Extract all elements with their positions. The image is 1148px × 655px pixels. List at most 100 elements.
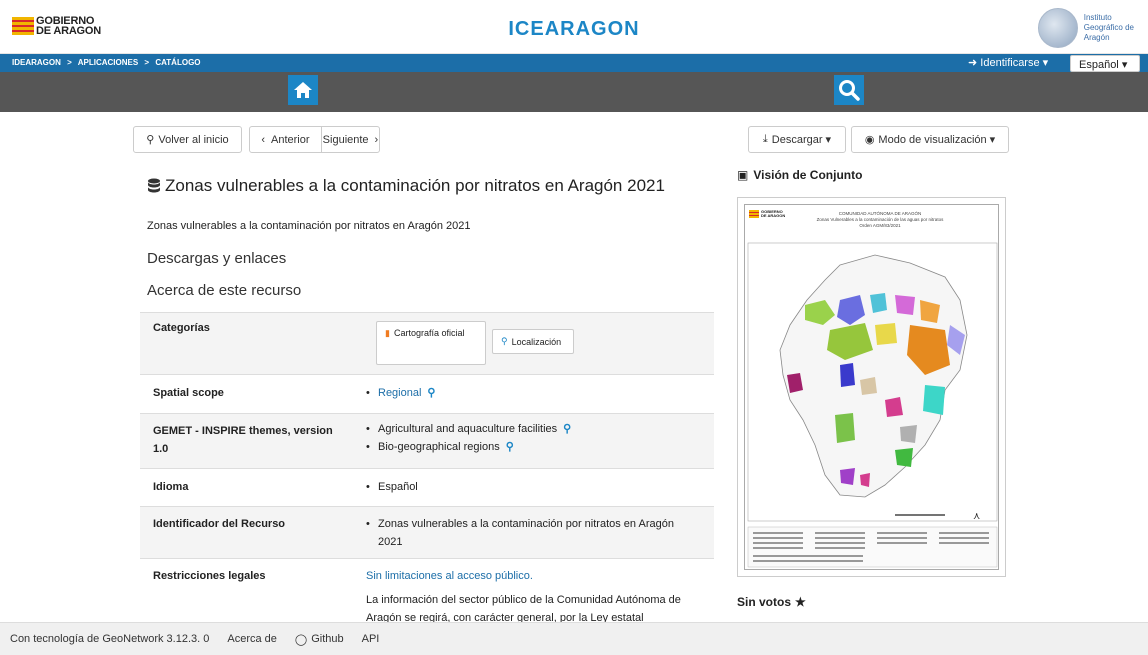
sign-in-icon: ➜ xyxy=(968,57,978,69)
iga-line1: Instituto xyxy=(1083,13,1112,22)
identifier-label: Identificador del Recurso xyxy=(153,518,286,530)
home-icon xyxy=(294,82,312,98)
database-icon xyxy=(148,178,160,193)
category-location-label: Localización xyxy=(511,336,562,347)
spatial-scope-link[interactable]: Regional xyxy=(378,384,421,402)
aragon-map-graphic: ⋏ xyxy=(747,242,998,568)
next-label: Siguiente xyxy=(322,133,369,146)
breadcrumb: IDEARAGON > APLICACIONES > CATÁLOGO xyxy=(12,58,205,67)
identifier-value-line2: 2021 xyxy=(378,536,403,548)
bookmark-icon: ▮ xyxy=(385,328,390,338)
login-button[interactable]: ➜ Identificarse ▾ xyxy=(968,56,1048,69)
view-mode-button[interactable]: ◉ Modo de visualización ▾ xyxy=(851,126,1009,153)
chevron-down-icon: ▾ xyxy=(989,134,996,146)
github-icon: ◯ xyxy=(294,633,308,646)
gemet-label-line2: 1.0 xyxy=(153,443,169,455)
spatial-scope-label: Spatial scope xyxy=(153,387,224,399)
gemet-value-2: Bio-geographical regions xyxy=(378,441,500,453)
github-link[interactable]: Github xyxy=(311,633,343,645)
globe-icon xyxy=(1037,8,1078,48)
back-home-button[interactable]: ⚲ Volver al inicio xyxy=(133,126,242,153)
categories-label: Categorías xyxy=(153,322,210,334)
record-abstract: Zonas vulnerables a la contaminación por… xyxy=(147,220,471,232)
table-row: GEMET - INSPIRE themes, version 1.0 • Ag… xyxy=(140,413,714,468)
iga-line2: Geográfico de xyxy=(1083,23,1134,32)
next-button[interactable]: Siguiente › xyxy=(322,127,379,152)
record-title: Zonas vulnerables a la contaminación por… xyxy=(147,176,665,196)
gemet-values: • Agricultural and aquaculture facilitie… xyxy=(366,420,571,456)
gemet-label-line1: GEMET - INSPIRE themes, version xyxy=(153,425,333,437)
chevron-down-icon: ▾ xyxy=(1042,57,1049,69)
table-row: Spatial scope • Regional ⚲ xyxy=(140,374,714,413)
chevron-right-icon: › xyxy=(374,133,379,146)
chevron-down-icon: ▾ xyxy=(825,134,832,146)
breadcrumb-separator: > xyxy=(67,58,72,67)
main-nav xyxy=(0,72,1148,112)
site-header: GOBIERNO DE ARAGON ICEARAGON Instituto G… xyxy=(0,0,1148,54)
search-icon[interactable]: ⚲ xyxy=(506,438,514,456)
category-location[interactable]: ⚲ Localización xyxy=(492,329,574,354)
image-icon: ▣ xyxy=(737,168,749,182)
gemet-label: GEMET - INSPIRE themes, version 1.0 xyxy=(153,422,333,458)
overview-heading-text: Visión de Conjunto xyxy=(753,168,863,182)
star-icon[interactable]: ★ xyxy=(795,595,806,609)
iga-line3: Aragón xyxy=(1083,33,1110,42)
pager-group: ‹ Anterior Siguiente › xyxy=(249,126,380,153)
home-button[interactable] xyxy=(288,75,318,105)
previous-button[interactable]: ‹ Anterior xyxy=(250,127,322,152)
record-title-text: Zonas vulnerables a la contaminación por… xyxy=(165,176,665,195)
language-label: Idioma xyxy=(153,481,189,493)
votes: Sin votos ★ xyxy=(737,595,806,609)
language-select[interactable]: Español ▾ xyxy=(1070,55,1140,72)
downloads-heading: Descargas y enlaces xyxy=(147,250,287,267)
eye-icon: ◉ xyxy=(864,134,875,146)
language-value-text: Español xyxy=(378,481,418,493)
map-marker-icon: ⚲ xyxy=(501,336,508,346)
login-label: Identificarse xyxy=(980,57,1040,69)
back-home-label: Volver al inicio xyxy=(158,133,229,146)
site-title[interactable]: ICEARAGON xyxy=(0,18,1148,41)
table-row: Identificador del Recurso • Zonas vulner… xyxy=(140,506,714,558)
search-icon[interactable]: ⚲ xyxy=(563,420,571,438)
overview-heading: ▣ Visión de Conjunto xyxy=(737,168,862,182)
table-row: Categorías ▮ Cartografía oficial ⚲ Local… xyxy=(140,312,714,374)
powered-by-link[interactable]: Con tecnología de GeoNetwork 3.12.3. 0 xyxy=(10,633,209,645)
download-label: Descargar xyxy=(771,133,823,146)
about-link[interactable]: Acerca de xyxy=(227,633,277,645)
spatial-scope-value: • Regional ⚲ xyxy=(366,384,435,402)
overview-map: GOBIERNO DE ARAGON COMUNIDAD AUTÓNOMA DE… xyxy=(744,204,999,570)
search-button[interactable] xyxy=(834,75,864,105)
chevron-down-icon: ▾ xyxy=(1121,59,1128,71)
list-item: • Agricultural and aquaculture facilitie… xyxy=(366,420,571,438)
overview-thumbnail[interactable]: GOBIERNO DE ARAGON COMUNIDAD AUTÓNOMA DE… xyxy=(737,197,1006,577)
view-mode-label: Modo de visualización xyxy=(878,133,987,146)
identifier-value: • Zonas vulnerables a la contaminación p… xyxy=(366,515,674,551)
breadcrumb-aplicaciones[interactable]: APLICACIONES xyxy=(78,58,138,67)
legal-link[interactable]: Sin limitaciones al acceso público. xyxy=(366,567,681,585)
api-link[interactable]: API xyxy=(362,633,380,645)
breadcrumb-catalogo[interactable]: CATÁLOGO xyxy=(155,58,200,67)
category-official-label: Cartografía oficial xyxy=(393,328,465,338)
breadcrumb-idearagon[interactable]: IDEARAGON xyxy=(12,58,61,67)
legal-values: Sin limitaciones al acceso público. La i… xyxy=(366,567,681,627)
identifier-value-line1: Zonas vulnerables a la contaminación por… xyxy=(378,518,674,530)
download-icon: ⤓ xyxy=(762,133,768,145)
category-official[interactable]: ▮ Cartografía oficial xyxy=(376,321,486,365)
search-icon: ⚲ xyxy=(146,134,155,146)
legal-label: Restricciones legales xyxy=(153,570,266,582)
search-icon[interactable]: ⚲ xyxy=(427,384,435,402)
search-icon xyxy=(839,80,860,101)
svg-text:⋏: ⋏ xyxy=(973,511,980,522)
download-button[interactable]: ⤓ Descargar ▾ xyxy=(748,126,846,153)
table-row: Restricciones legales Sin limitaciones a… xyxy=(140,558,714,624)
legal-text-line1: La información del sector público de la … xyxy=(366,594,681,606)
iga-logo[interactable]: Instituto Geográfico de Aragón xyxy=(1037,8,1134,48)
gemet-value-1: Agricultural and aquaculture facilities xyxy=(378,423,558,435)
about-heading: Acerca de este recurso xyxy=(147,282,302,299)
table-row: Idioma • Español xyxy=(140,468,714,506)
breadcrumb-bar: IDEARAGON > APLICACIONES > CATÁLOGO ➜ Id… xyxy=(0,54,1148,72)
breadcrumb-separator: > xyxy=(144,58,150,67)
previous-label: Anterior xyxy=(271,133,310,146)
language-value: • Español xyxy=(366,478,418,496)
votes-text: Sin votos xyxy=(737,595,792,609)
